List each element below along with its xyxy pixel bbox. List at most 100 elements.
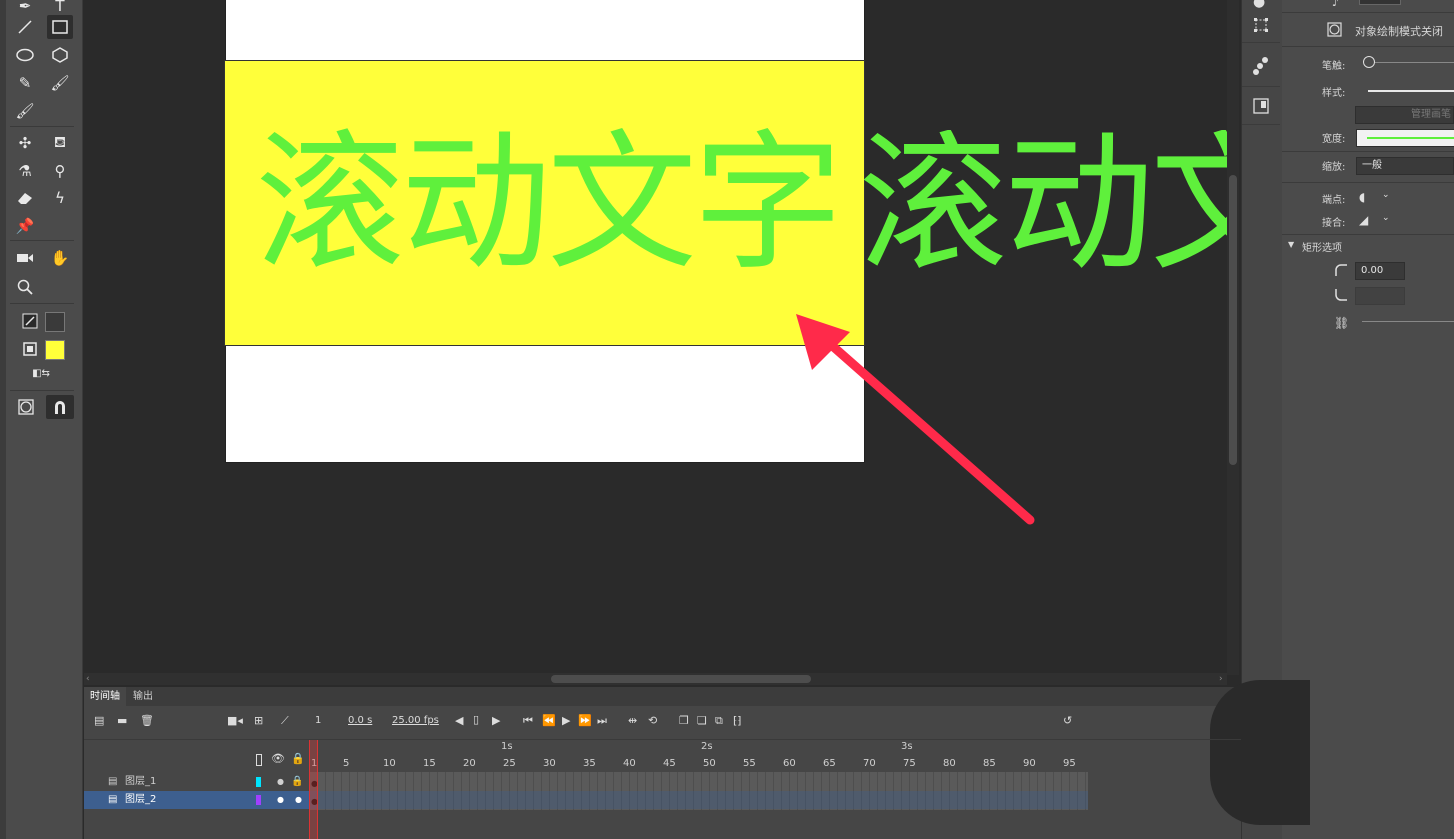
align-icon[interactable] <box>1253 17 1269 36</box>
polygon-icon[interactable] <box>47 43 73 67</box>
swap-colors-icon[interactable]: ◧⇆ <box>26 363 56 383</box>
layer-row-1[interactable]: ▤ 图层_1 ● 🔒 <box>84 773 310 791</box>
layer-row-2[interactable]: ▤ 图层_2 ● ● <box>84 791 310 809</box>
loop-icon[interactable]: ⟲ <box>648 714 657 727</box>
playhead[interactable] <box>309 740 318 839</box>
corner-slider-track[interactable] <box>1362 321 1454 322</box>
hand-icon[interactable]: ✋ <box>47 246 73 270</box>
current-frame[interactable]: 1 <box>315 715 321 726</box>
width-icon[interactable]: ϟ <box>47 186 73 210</box>
graph-icon[interactable]: ⟋ <box>281 714 289 728</box>
tab-timeline[interactable]: 时间轴 <box>84 687 126 706</box>
style-label: 样式: <box>1322 88 1346 99</box>
scroll-right-icon[interactable]: › <box>1219 674 1223 684</box>
object-drawing-icon[interactable] <box>13 395 39 419</box>
onion-range-icon[interactable]: ⁅⁆ <box>733 714 742 727</box>
play-icon[interactable]: ▶ <box>562 714 570 727</box>
collapse-triangle-icon[interactable]: ▼ <box>1288 240 1294 249</box>
pin-icon[interactable]: 📌 <box>12 214 38 238</box>
reset-icon[interactable]: ↺ <box>1063 714 1072 727</box>
bone-icon[interactable]: ✣ <box>12 131 38 155</box>
go-last-icon[interactable]: ⏭ <box>597 714 607 728</box>
link-icon[interactable]: ⛓ <box>1334 316 1349 330</box>
width-profile-select[interactable] <box>1356 129 1454 147</box>
yellow-rectangle[interactable]: 滚动文字 <box>224 60 865 346</box>
delete-icon[interactable]: 🗑 <box>140 714 154 727</box>
paintbrush-icon[interactable]: 🖌 <box>47 71 73 95</box>
stroke-slider-thumb[interactable] <box>1363 56 1375 68</box>
parenting-icon[interactable]: ⊞ <box>254 714 263 727</box>
edit-multiple-icon[interactable]: ⧉ <box>715 714 723 728</box>
layer-icon: ▤ <box>108 794 118 805</box>
width-label: 宽度: <box>1322 134 1346 145</box>
camera-icon[interactable]: ■◂ <box>227 714 243 727</box>
layer-icon: ▤ <box>108 776 118 787</box>
vertical-scroll-thumb[interactable] <box>1229 175 1237 465</box>
paint-bucket-icon[interactable]: ⛾ <box>47 131 73 155</box>
info-icon[interactable]: ● <box>1253 0 1269 10</box>
ink-bottle-icon[interactable]: ⚗ <box>12 159 38 183</box>
visible-dot-icon[interactable]: ● <box>277 791 284 809</box>
scroll-text-overflow[interactable]: 滚动文 <box>858 130 1227 280</box>
rectangle-icon[interactable] <box>47 15 73 39</box>
frame-tick-label: 80 <box>943 758 956 769</box>
zoom-icon[interactable] <box>12 275 38 299</box>
style-select[interactable] <box>1368 90 1454 92</box>
go-first-icon[interactable]: ⏮ <box>523 714 533 728</box>
chevron-down-icon[interactable]: ⌄ <box>1382 213 1390 223</box>
chevron-down-icon[interactable]: ⌄ <box>1382 190 1390 200</box>
frame-tick-label: 35 <box>583 758 596 769</box>
next-keyframe-icon[interactable]: ▶ <box>492 714 500 727</box>
lock-icon[interactable]: 🔒 <box>291 752 305 765</box>
new-folder-icon[interactable]: ▬ <box>117 714 127 727</box>
prev-keyframe-icon[interactable]: ◀ <box>455 714 463 727</box>
stroke-slider-track[interactable] <box>1370 62 1454 63</box>
step-back-icon[interactable]: ⏪ <box>542 714 556 727</box>
scroll-text[interactable]: 滚动文字 <box>255 129 843 279</box>
keyframe-icon[interactable]: ▯ <box>473 713 479 726</box>
second-label: 2s <box>701 741 713 752</box>
eyedropper-icon[interactable]: ⚲ <box>47 159 73 183</box>
eye-icon[interactable]: 👁 <box>271 752 285 765</box>
current-time[interactable]: 0.0 s <box>348 715 372 726</box>
onion-skin-icon[interactable]: ❐ <box>679 714 689 727</box>
frame-tick-label: 65 <box>823 758 836 769</box>
center-frame-icon[interactable]: ⇹ <box>628 714 637 727</box>
new-layer-icon[interactable]: ▤ <box>94 714 104 727</box>
frame-rate[interactable]: 25.00 fps <box>392 715 439 726</box>
scroll-left-icon[interactable]: ‹ <box>86 674 90 684</box>
cap-round-icon[interactable]: ◖ <box>1359 190 1365 204</box>
highlight-icon[interactable] <box>256 754 262 766</box>
eraser-icon[interactable] <box>12 186 38 210</box>
layer-name[interactable]: 图层_1 <box>125 773 156 791</box>
snap-icon[interactable] <box>46 395 74 419</box>
stroke-color-well[interactable] <box>1359 0 1401 5</box>
scale-select[interactable]: 一般 <box>1356 157 1454 175</box>
icon-divider <box>1242 42 1280 43</box>
toolbar-divider <box>10 240 74 241</box>
camera-icon[interactable] <box>12 246 38 270</box>
object-drawing-mode-icon[interactable] <box>1327 22 1342 40</box>
stroke-color-swatch[interactable] <box>45 312 65 332</box>
frame-tick-label: 90 <box>1023 758 1036 769</box>
fill-color-swatch[interactable] <box>45 340 65 360</box>
oval-icon[interactable] <box>12 43 38 67</box>
onion-outline-icon[interactable]: ❏ <box>697 714 707 727</box>
step-forward-icon[interactable]: ⏩ <box>578 714 592 727</box>
frame-tick-label: 55 <box>743 758 756 769</box>
tab-output[interactable]: 输出 <box>127 687 159 706</box>
line-icon[interactable] <box>12 15 38 39</box>
pencil-icon[interactable]: ✎ <box>12 71 38 95</box>
join-round-icon[interactable]: ◢ <box>1359 213 1368 227</box>
swatches-icon[interactable] <box>1252 56 1270 79</box>
manage-brush-button[interactable]: 管理画笔 <box>1355 106 1454 124</box>
lock-icon[interactable]: 🔒 <box>291 773 303 791</box>
brush-icon[interactable]: 🖌 <box>12 99 38 123</box>
corner-radius-input[interactable]: 0.00 <box>1355 262 1405 280</box>
library-icon[interactable] <box>1253 98 1269 117</box>
layer-name[interactable]: 图层_2 <box>125 791 156 809</box>
horizontal-scroll-thumb[interactable] <box>551 675 811 683</box>
unlocked-dot-icon[interactable]: ● <box>295 791 302 809</box>
visible-dot-icon[interactable]: ● <box>277 773 284 791</box>
corner-radius-icon <box>1334 263 1348 280</box>
